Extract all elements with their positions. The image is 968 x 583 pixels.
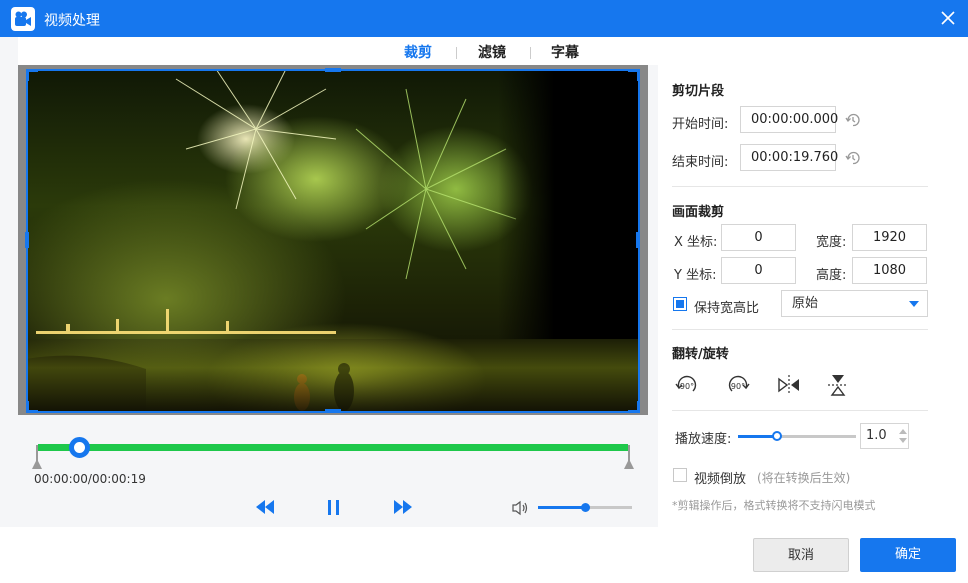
keep-ratio-checkbox[interactable] [673,297,687,311]
crop-handle-top-right[interactable] [637,69,640,81]
trim-end-handle[interactable] [624,445,634,469]
reset-start-time-button[interactable] [844,111,862,133]
volume-icon [512,500,528,516]
video-preview-area [18,65,648,415]
y-coordinate-label: Y 坐标: [674,268,717,283]
crop-handle-bottom[interactable] [325,409,341,413]
end-time-label: 结束时间: [672,155,729,170]
trim-start-handle[interactable] [32,445,42,469]
history-icon [845,151,860,165]
y-coordinate-input[interactable]: 0 [721,257,796,284]
end-time-input[interactable]: 00:00:19.760 [740,144,838,171]
aspect-ratio-value: 原始 [792,296,819,311]
video-frame [26,69,638,411]
edit-hint: *剪辑操作后，格式转换将不支持闪电模式 [672,499,876,512]
crop-handle-left[interactable] [25,232,29,248]
dark-sky-region [498,69,638,339]
window-title: 视频处理 [44,13,100,29]
speed-increase-button[interactable] [899,429,907,434]
section-divider [672,329,928,330]
crop-handle-right[interactable] [636,232,640,248]
reverse-checkbox[interactable] [673,468,687,482]
volume-knob[interactable] [581,503,590,512]
rewind-button[interactable] [254,497,276,521]
keep-ratio-label: 保持宽高比 [694,301,760,316]
sea-reflection [26,339,638,411]
speed-slider[interactable] [738,431,856,441]
flip-vertical-icon [828,375,848,396]
x-coordinate-label: X 坐标: [674,235,718,250]
reverse-label: 视频倒放 [694,472,747,487]
x-coordinate-input[interactable]: 0 [721,224,796,251]
clip-section-title: 剪切片段 [672,84,725,99]
rotate-ccw-90-icon: 90° [728,375,750,392]
aspect-ratio-select[interactable]: 原始 [781,290,928,317]
tab-filter[interactable]: 滤镜 [478,42,506,62]
width-label: 宽度: [816,235,847,250]
close-button[interactable] [938,8,958,28]
tab-bar: 裁剪 滤镜 字幕 [18,37,968,65]
app-logo-icon [11,7,35,31]
tab-subtitle[interactable]: 字幕 [551,42,579,62]
rotate-ccw-label: 90° [731,382,745,391]
pause-button[interactable] [326,497,342,521]
tab-crop[interactable]: 裁剪 [404,42,432,62]
crop-section-title: 画面裁剪 [672,205,725,220]
title-bar: 视频处理 [0,0,968,37]
start-time-label: 开始时间: [672,117,729,132]
chevron-down-icon [909,301,919,307]
rotate-clockwise-button[interactable]: 90° [674,372,700,398]
start-time-input[interactable]: 00:00:00.000 [740,106,838,133]
seek-track[interactable] [38,444,628,451]
section-divider [672,186,928,187]
flip-horizontal-button[interactable] [776,372,802,398]
volume-fill [538,506,585,509]
volume-slider[interactable] [538,503,632,512]
speed-stepper [896,424,908,448]
seek-knob[interactable] [69,437,91,458]
fast-forward-button[interactable] [392,497,414,521]
time-display: 00:00:00/00:00:19 [34,472,146,486]
rotate-counterclockwise-button[interactable]: 90° [725,372,751,398]
pause-icon [328,500,339,515]
section-divider [672,410,928,411]
tab-divider [456,47,457,59]
height-label: 高度: [816,268,847,283]
rotate-cw-label: 90° [680,382,694,391]
speed-knob[interactable] [771,431,782,441]
seek-bar[interactable] [18,428,648,469]
crop-handle-top-left[interactable] [26,69,29,81]
crop-handle-bottom-right[interactable] [637,401,640,413]
fast-forward-icon [394,500,412,514]
close-icon [941,11,955,25]
rotate-cw-90-icon: 90° [675,375,697,392]
settings-panel: 剪切片段 开始时间: 00:00:00.000 结束时间: 00:00:19.7… [658,65,968,527]
speed-decrease-button[interactable] [899,438,907,443]
history-icon [845,113,860,127]
speed-label: 播放速度: [675,432,732,447]
tab-divider [530,47,531,59]
rotate-section-title: 翻转/旋转 [672,347,729,362]
confirm-button[interactable]: 确定 [860,538,956,572]
checkbox-mark [676,300,684,308]
flip-vertical-button[interactable] [825,372,851,398]
speed-value: 1.0 [866,428,887,443]
cancel-button[interactable]: 取消 [753,538,849,572]
height-input[interactable]: 1080 [852,257,927,284]
flip-horizontal-icon [778,375,799,395]
reset-end-time-button[interactable] [844,149,862,171]
volume-button[interactable] [512,500,530,520]
width-input[interactable]: 1920 [852,224,927,251]
crop-handle-top[interactable] [325,68,341,72]
speed-input[interactable]: 1.0 [860,423,909,449]
rewind-icon [256,500,274,514]
crop-handle-bottom-left[interactable] [26,401,29,413]
reverse-note: (将在转换后生效) [757,471,851,485]
